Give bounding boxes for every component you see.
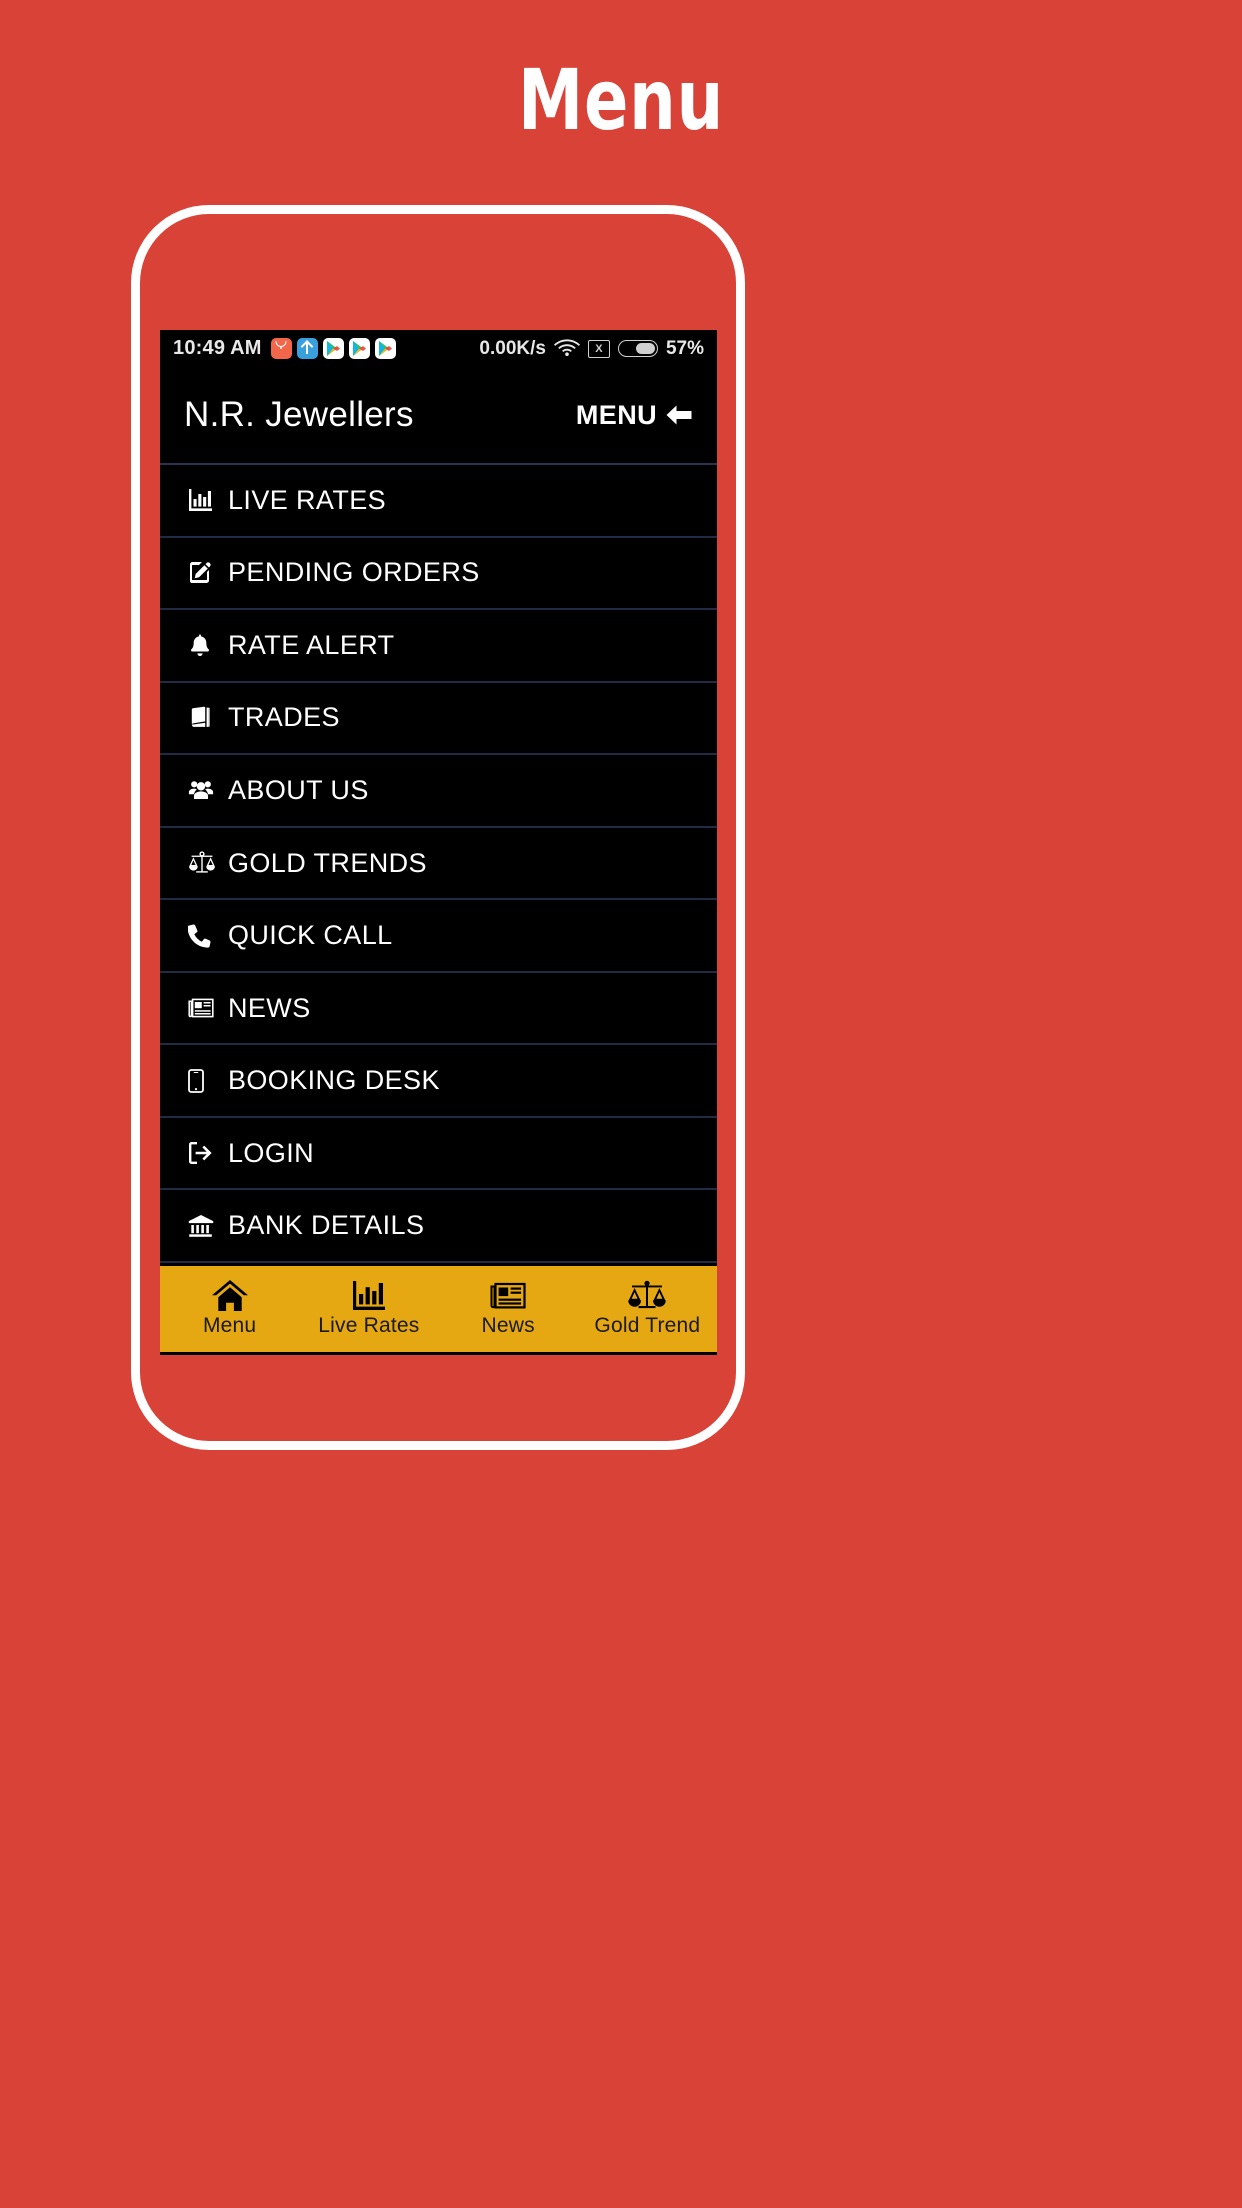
play-store-icon [322,338,344,359]
menu-item-news[interactable]: NEWS [160,972,717,1046]
balance-scale-icon [627,1280,667,1311]
edit-square-icon [188,561,222,585]
upload-arrow-icon [296,338,318,359]
bar-chart-icon [352,1280,386,1311]
status-right-cluster: 0.00K/s X 57% [479,337,704,361]
menu-item-booking-desk[interactable]: BOOKING DESK [160,1045,717,1118]
users-icon [188,778,222,802]
phone-icon [188,924,222,948]
mobile-icon [188,1068,222,1093]
menu-item-label: ABOUT US [228,774,369,805]
phone-screen: 10:49 AM 0.00K/s X 57% N.R. Jewellers ME… [160,330,717,1355]
menu-item-pending-orders[interactable]: PENDING ORDERS [160,537,717,611]
nav-item-news[interactable]: News [439,1266,578,1352]
menu-toggle-button[interactable]: MENU [576,400,693,431]
battery-fill [635,343,655,354]
menu-item-gold-trends[interactable]: GOLD TRENDS [160,827,717,901]
menu-item-label: RATE ALERT [228,629,395,660]
menu-item-about-us[interactable]: ABOUT US [160,755,717,828]
menu-item-label: LOGIN [228,1137,315,1168]
menu-item-label: TRADES [228,702,340,733]
menu-item-login[interactable]: LOGIN [160,1117,717,1191]
arrow-left-icon [665,403,693,427]
menu-item-label: QUICK CALL [228,920,393,951]
menu-item-live-rates[interactable]: LIVE RATES [160,465,717,538]
bank-icon [188,1214,222,1238]
nav-item-label: News [481,1314,535,1337]
sim-x-icon: X [587,339,610,358]
bell-icon [188,633,222,657]
menu-item-label: LIVE RATES [228,484,387,515]
nav-item-gold-trend[interactable]: Gold Trend [578,1266,717,1352]
page-title: Menu [517,51,725,149]
battery-percent: 57% [665,337,704,359]
menu-item-quick-call[interactable]: QUICK CALL [160,900,717,973]
play-store-icon [374,338,396,359]
newspaper-icon [490,1280,526,1311]
menu-item-rate-alert[interactable]: RATE ALERT [160,610,717,683]
nav-item-label: Menu [202,1314,257,1337]
menu-item-label: GOLD TRENDS [228,847,427,878]
menu-item-label: BANK DETAILS [228,1210,425,1241]
menu-item-trades[interactable]: TRADES [160,682,717,756]
nav-item-label: Gold Trend [594,1314,701,1337]
balance-scale-icon [188,851,222,875]
status-time: 10:49 AM [173,337,262,359]
app-name: N.R. Jewellers [184,395,414,434]
home-icon [211,1280,248,1311]
book-icon [188,706,222,730]
bar-chart-icon [188,488,222,512]
nav-item-menu[interactable]: Menu [160,1266,299,1352]
network-speed: 0.00K/s [479,337,546,359]
battery-icon [617,340,658,357]
newspaper-icon [188,996,222,1020]
bottom-navigation: Menu Live Rates News Gold Trend [160,1263,717,1355]
wifi-icon [553,337,580,361]
status-app-icons [270,338,396,359]
menu-list: LIVE RATES PENDING ORDERS RATE ALERT TRA… [160,465,717,1263]
menu-item-bank-details[interactable]: BANK DETAILS [160,1190,717,1263]
jewellery-shop-icon [270,338,292,359]
menu-item-label: BOOKING DESK [228,1065,440,1096]
sign-out-icon [188,1141,222,1165]
nav-item-live-rates[interactable]: Live Rates [299,1266,438,1352]
status-bar: 10:49 AM 0.00K/s X 57% [160,330,717,367]
menu-item-label: PENDING ORDERS [228,557,480,588]
menu-item-label: NEWS [228,992,311,1023]
sim-x-label: X [595,342,603,355]
nav-item-label: Live Rates [318,1314,420,1337]
play-store-icon [348,338,370,359]
app-header: N.R. Jewellers MENU [160,367,717,465]
menu-toggle-label: MENU [575,399,657,430]
